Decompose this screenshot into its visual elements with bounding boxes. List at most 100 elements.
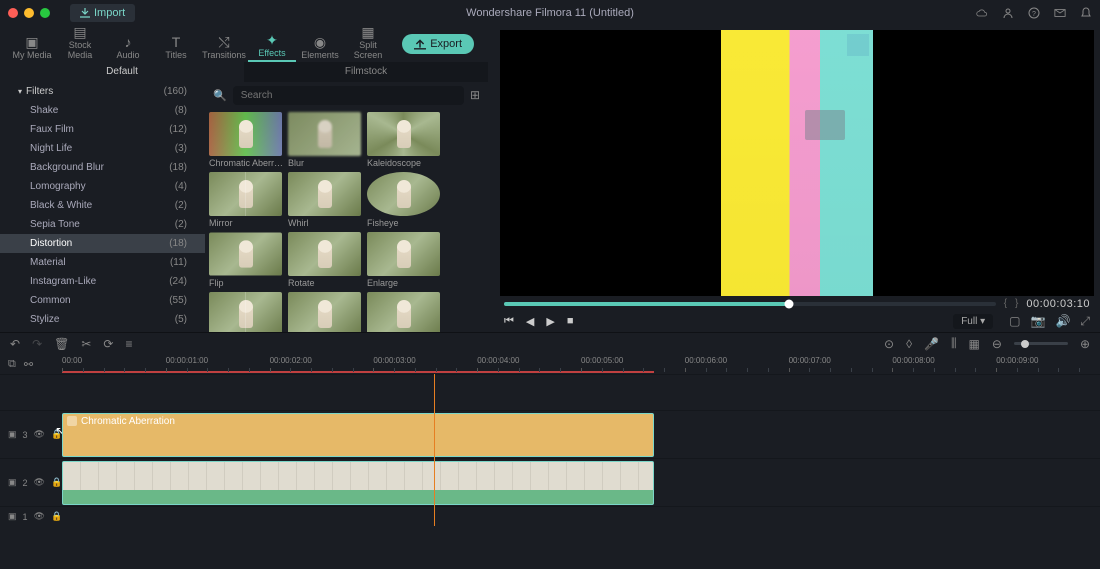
notification-icon[interactable]: [1080, 7, 1092, 19]
speed-button[interactable]: ⟳: [103, 337, 113, 351]
play-backward-button[interactable]: ◀: [526, 315, 534, 328]
timeline: ⧉ ⚯ 00:0000:00:01:0000:00:02:0000:00:03:…: [0, 354, 1100, 526]
stop-button[interactable]: ■: [567, 315, 574, 328]
help-icon[interactable]: ?: [1028, 7, 1040, 19]
effect-item[interactable]: Flip: [209, 232, 284, 288]
category-item[interactable]: Distortion(18): [0, 234, 205, 253]
fullscreen-icon[interactable]: ⤢: [1080, 314, 1090, 329]
category-item[interactable]: Background Blur(18): [0, 158, 205, 177]
playhead[interactable]: [434, 374, 435, 526]
maximize-icon[interactable]: [40, 8, 50, 18]
subtab-filmstock[interactable]: Filmstock: [244, 62, 488, 82]
quality-select[interactable]: Full ▾: [953, 314, 993, 329]
effect-item[interactable]: Mirror Flip: [209, 292, 284, 332]
time-ruler[interactable]: 00:0000:00:01:0000:00:02:0000:00:03:0000…: [62, 354, 1100, 374]
volume-icon[interactable]: 🔊: [1055, 314, 1070, 329]
close-icon[interactable]: [8, 8, 18, 18]
tab-split-screen[interactable]: ▦Split Screen: [344, 24, 392, 62]
category-item[interactable]: Sepia Tone(2): [0, 215, 205, 234]
category-item[interactable]: Black & White(2): [0, 196, 205, 215]
tab-audio[interactable]: ♪Audio: [104, 34, 152, 62]
effect-item[interactable]: Blur: [288, 112, 363, 168]
preview-viewport[interactable]: [500, 30, 1094, 296]
effect-item[interactable]: Fisheye: [367, 172, 442, 228]
cloud-icon[interactable]: [976, 7, 988, 19]
lock-icon[interactable]: 🔒: [51, 429, 62, 440]
track-2[interactable]: ▣ 2 👁 🔒: [0, 458, 1100, 506]
tab-elements[interactable]: ◉Elements: [296, 34, 344, 62]
mic-icon[interactable]: 🎤: [924, 337, 939, 351]
render-icon[interactable]: ▦: [969, 337, 980, 351]
effect-thumb: [288, 232, 361, 276]
category-item[interactable]: Instagram-Like(24): [0, 272, 205, 291]
effect-label: Enlarge: [367, 278, 442, 288]
lock-icon[interactable]: 🔒: [51, 477, 62, 488]
category-item[interactable]: Night Life(3): [0, 139, 205, 158]
category-item[interactable]: Material(11): [0, 253, 205, 272]
effect-thumb: [209, 172, 282, 216]
zoom-in-icon[interactable]: ⊕: [1080, 337, 1090, 351]
visibility-icon[interactable]: 👁: [34, 511, 45, 522]
effect-label: Kaleidoscope: [367, 158, 442, 168]
lock-icon[interactable]: 🔒: [51, 511, 62, 522]
effect-item[interactable]: Narrow: [288, 292, 363, 332]
video-clip[interactable]: [62, 461, 654, 505]
search-input[interactable]: [233, 86, 464, 105]
grid-view-icon[interactable]: ⊞: [470, 88, 480, 102]
category-item[interactable]: Stylize(5): [0, 310, 205, 329]
category-item[interactable]: Faux Film(12): [0, 120, 205, 139]
mail-icon[interactable]: [1054, 7, 1066, 19]
effect-item[interactable]: Mirror: [209, 172, 284, 228]
effect-clip[interactable]: Chromatic Aberration: [62, 413, 654, 457]
preview-scrubber[interactable]: [504, 302, 996, 306]
record-icon[interactable]: ⊙: [884, 337, 894, 351]
zoom-out-icon[interactable]: ⊖: [992, 337, 1002, 351]
minimize-icon[interactable]: [24, 8, 34, 18]
ruler-tick: 00:00:04:00: [477, 356, 519, 365]
cut-button[interactable]: ✂: [81, 337, 91, 351]
redo-button[interactable]: ↷: [32, 337, 42, 351]
preview-image: [721, 30, 873, 296]
undo-button[interactable]: ↶: [10, 337, 20, 351]
track-3[interactable]: ▣ 3 👁 🔒 Chromatic Aberration: [0, 410, 1100, 458]
track-1[interactable]: ▣ 1 👁 🔒: [0, 506, 1100, 526]
ruler-tick: 00:00:01:00: [166, 356, 208, 365]
effect-item[interactable]: Whirl: [288, 172, 363, 228]
marker-icon[interactable]: ◊: [906, 337, 912, 351]
svg-text:?: ?: [1032, 11, 1036, 18]
display-icon[interactable]: ▢: [1009, 314, 1020, 329]
delete-button[interactable]: 🗑: [54, 337, 69, 351]
zoom-slider[interactable]: [1014, 342, 1068, 345]
category-item[interactable]: Lomography(4): [0, 177, 205, 196]
marker-out-icon[interactable]: }: [1015, 298, 1018, 309]
tab-my-media[interactable]: ▣My Media: [8, 34, 56, 62]
copy-icon[interactable]: ⧉: [8, 358, 16, 371]
category-header[interactable]: Filters (160): [0, 82, 205, 101]
export-button[interactable]: Export: [402, 34, 474, 54]
snapshot-icon[interactable]: 📷: [1030, 314, 1045, 329]
effect-item[interactable]: Chromatic Aberration: [209, 112, 284, 168]
effect-item[interactable]: Water Ripple: [367, 292, 442, 332]
link-icon[interactable]: ⚯: [24, 358, 33, 371]
subtab-default[interactable]: Default: [0, 62, 244, 82]
effect-item[interactable]: Rotate: [288, 232, 363, 288]
tab-titles[interactable]: TTitles: [152, 34, 200, 62]
account-icon[interactable]: [1002, 7, 1014, 19]
menu-icon[interactable]: ≡: [125, 337, 132, 351]
effect-item[interactable]: Kaleidoscope: [367, 112, 442, 168]
effect-item[interactable]: Enlarge: [367, 232, 442, 288]
effect-thumb: [288, 112, 361, 156]
category-item[interactable]: Common(55): [0, 291, 205, 310]
category-item[interactable]: Shake(8): [0, 101, 205, 120]
mixer-icon[interactable]: ⫼: [951, 336, 957, 351]
marker-in-icon[interactable]: {: [1004, 298, 1007, 309]
visibility-icon[interactable]: 👁: [34, 429, 45, 440]
visibility-icon[interactable]: 👁: [34, 477, 45, 488]
tab-transitions[interactable]: ⤭Transitions: [200, 34, 248, 62]
tab-stock-media[interactable]: ▤Stock Media: [56, 24, 104, 62]
prev-frame-button[interactable]: ⏮: [504, 315, 514, 328]
ruler-tick: 00:00:03:00: [373, 356, 415, 365]
play-button[interactable]: ▶: [546, 315, 554, 328]
import-button[interactable]: Import: [70, 4, 135, 22]
tab-effects[interactable]: ✦Effects: [248, 32, 296, 62]
